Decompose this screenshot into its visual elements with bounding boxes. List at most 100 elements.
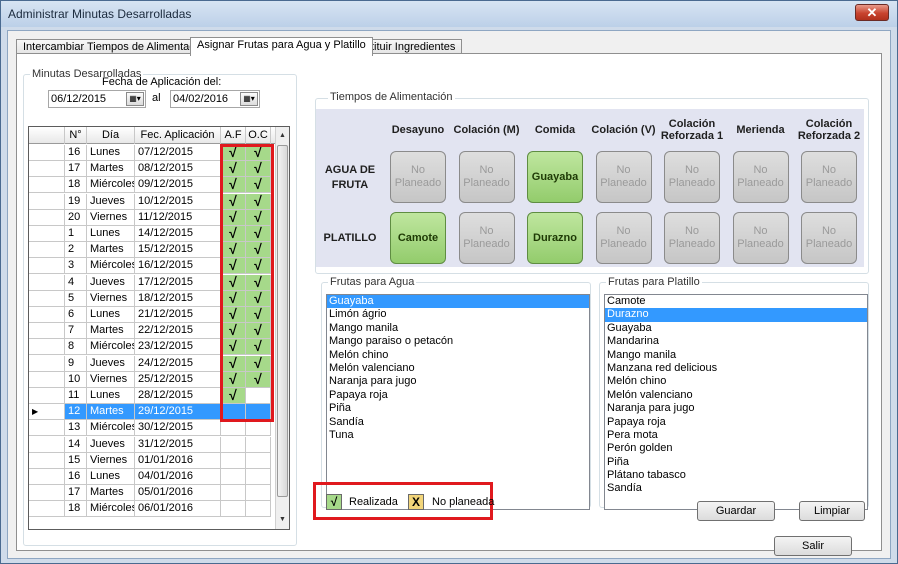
cell-dia[interactable]: Martes bbox=[87, 161, 135, 178]
current-row-indicator-icon[interactable]: ▶ bbox=[29, 404, 65, 421]
from-date-picker[interactable]: 06/12/2015 ▦▾ bbox=[48, 90, 146, 108]
row-header[interactable] bbox=[29, 274, 65, 291]
table-row[interactable]: 17 Martes 05/01/2016 bbox=[29, 485, 277, 502]
cell-dia[interactable]: Jueves bbox=[87, 274, 135, 291]
cell-af-check[interactable] bbox=[221, 436, 246, 453]
list-item[interactable]: Perón golden bbox=[605, 442, 867, 455]
scroll-thumb[interactable] bbox=[277, 145, 288, 497]
cell-n[interactable]: 6 bbox=[65, 307, 87, 323]
cell-n[interactable]: 14 bbox=[65, 436, 87, 453]
cell-n[interactable]: 16 bbox=[65, 469, 87, 485]
cell-n[interactable]: 13 bbox=[65, 420, 87, 437]
cell-n[interactable]: 17 bbox=[65, 485, 87, 502]
list-item[interactable]: Mango manila bbox=[605, 349, 867, 362]
cell-n[interactable]: 18 bbox=[65, 501, 87, 518]
cell-fecha[interactable]: 05/01/2016 bbox=[135, 485, 221, 502]
cell-dia[interactable]: Viernes bbox=[87, 452, 135, 469]
row-header[interactable] bbox=[29, 177, 65, 194]
cell-dia[interactable]: Viernes bbox=[87, 371, 135, 388]
cell-af-check[interactable] bbox=[221, 469, 246, 485]
cell-n[interactable]: 1 bbox=[65, 226, 87, 242]
row-header[interactable] bbox=[29, 371, 65, 388]
cell-n[interactable]: 12 bbox=[65, 404, 87, 421]
cell-dia[interactable]: Miércoles bbox=[87, 258, 135, 275]
row-header[interactable] bbox=[29, 388, 65, 404]
cell-oc-check[interactable] bbox=[246, 501, 271, 518]
no-planeado-cell[interactable]: No Planeado bbox=[595, 151, 652, 203]
no-planeado-cell[interactable]: No Planeado bbox=[458, 212, 515, 264]
fruit-assignment-cell[interactable]: Guayaba bbox=[527, 151, 583, 203]
list-item[interactable]: Piña bbox=[327, 402, 589, 415]
list-item[interactable]: Plátano tabasco bbox=[605, 469, 867, 482]
row-header[interactable] bbox=[29, 161, 65, 178]
cell-fecha[interactable]: 17/12/2015 bbox=[135, 274, 221, 291]
cell-fecha[interactable]: 24/12/2015 bbox=[135, 355, 221, 372]
row-header[interactable] bbox=[29, 436, 65, 453]
no-planeado-cell[interactable]: No Planeado bbox=[595, 212, 652, 264]
cell-af-check[interactable] bbox=[221, 485, 246, 502]
cell-oc-check[interactable] bbox=[246, 452, 271, 469]
cell-n[interactable]: 19 bbox=[65, 193, 87, 210]
cell-n[interactable]: 2 bbox=[65, 242, 87, 259]
cell-dia[interactable]: Lunes bbox=[87, 469, 135, 485]
cell-n[interactable]: 20 bbox=[65, 209, 87, 226]
list-item[interactable]: Pera mota bbox=[605, 429, 867, 442]
cell-oc-check[interactable] bbox=[246, 469, 271, 485]
col-header-fecha[interactable]: Fec. Aplicación bbox=[135, 127, 221, 144]
cell-fecha[interactable]: 23/12/2015 bbox=[135, 339, 221, 356]
cell-oc-check[interactable] bbox=[246, 436, 271, 453]
table-row[interactable]: 16 Lunes 04/01/2016 bbox=[29, 469, 277, 485]
cell-fecha[interactable]: 07/12/2015 bbox=[135, 145, 221, 161]
col-header-dia[interactable]: Día bbox=[87, 127, 135, 144]
cell-n[interactable]: 17 bbox=[65, 161, 87, 178]
cell-dia[interactable]: Jueves bbox=[87, 436, 135, 453]
row-header[interactable] bbox=[29, 242, 65, 259]
cell-dia[interactable]: Miércoles bbox=[87, 177, 135, 194]
table-row[interactable]: 14 Jueves 31/12/2015 bbox=[29, 436, 277, 453]
list-item[interactable]: Mango manila bbox=[327, 322, 589, 335]
cell-n[interactable]: 8 bbox=[65, 339, 87, 356]
list-item[interactable]: Guayaba bbox=[605, 322, 867, 335]
cell-af-check[interactable] bbox=[221, 420, 246, 437]
limpiar-button[interactable]: Limpiar bbox=[799, 501, 865, 521]
cell-fecha[interactable]: 18/12/2015 bbox=[135, 290, 221, 307]
frutas-agua-list[interactable]: Guayaba Limón ágrio Mango manila Mango para… bbox=[326, 294, 590, 510]
col-header-oc[interactable]: O.C bbox=[246, 127, 271, 144]
cell-n[interactable]: 18 bbox=[65, 177, 87, 194]
cell-n[interactable]: 9 bbox=[65, 355, 87, 372]
cell-n[interactable]: 10 bbox=[65, 371, 87, 388]
row-header[interactable] bbox=[29, 339, 65, 356]
cell-fecha[interactable]: 21/12/2015 bbox=[135, 307, 221, 323]
row-header[interactable] bbox=[29, 193, 65, 210]
no-planeado-cell[interactable]: No Planeado bbox=[390, 151, 446, 203]
row-header[interactable] bbox=[29, 323, 65, 340]
row-header[interactable] bbox=[29, 485, 65, 502]
list-item[interactable]: Papaya roja bbox=[327, 389, 589, 402]
cell-dia[interactable]: Jueves bbox=[87, 193, 135, 210]
no-planeado-cell[interactable]: No Planeado bbox=[664, 212, 720, 264]
cell-n[interactable]: 11 bbox=[65, 388, 87, 404]
row-header[interactable] bbox=[29, 307, 65, 323]
row-header[interactable] bbox=[29, 258, 65, 275]
title-bar[interactable]: Administrar Minutas Desarrolladas ✕ bbox=[1, 1, 897, 27]
no-planeado-cell[interactable]: No Planeado bbox=[732, 151, 789, 203]
list-item[interactable]: Mandarina bbox=[605, 335, 867, 348]
cell-fecha[interactable]: 22/12/2015 bbox=[135, 323, 221, 340]
cell-dia[interactable]: Viernes bbox=[87, 290, 135, 307]
guardar-button[interactable]: Guardar bbox=[697, 501, 775, 521]
table-row[interactable]: 13 Miércoles 30/12/2015 bbox=[29, 420, 277, 437]
cell-dia[interactable]: Martes bbox=[87, 242, 135, 259]
list-item[interactable]: Manzana red delicious bbox=[605, 362, 867, 375]
list-item[interactable]: Piña bbox=[605, 456, 867, 469]
cell-dia[interactable]: Miércoles bbox=[87, 501, 135, 518]
cell-fecha[interactable]: 29/12/2015 bbox=[135, 404, 221, 421]
row-header[interactable] bbox=[29, 145, 65, 161]
no-planeado-cell[interactable]: No Planeado bbox=[801, 212, 857, 264]
salir-button[interactable]: Salir bbox=[774, 536, 852, 556]
cell-fecha[interactable]: 10/12/2015 bbox=[135, 193, 221, 210]
cell-fecha[interactable]: 30/12/2015 bbox=[135, 420, 221, 437]
cell-fecha[interactable]: 15/12/2015 bbox=[135, 242, 221, 259]
fruit-assignment-cell[interactable]: Camote bbox=[390, 212, 446, 264]
list-item[interactable]: Limón ágrio bbox=[327, 308, 589, 321]
cell-n[interactable]: 16 bbox=[65, 145, 87, 161]
